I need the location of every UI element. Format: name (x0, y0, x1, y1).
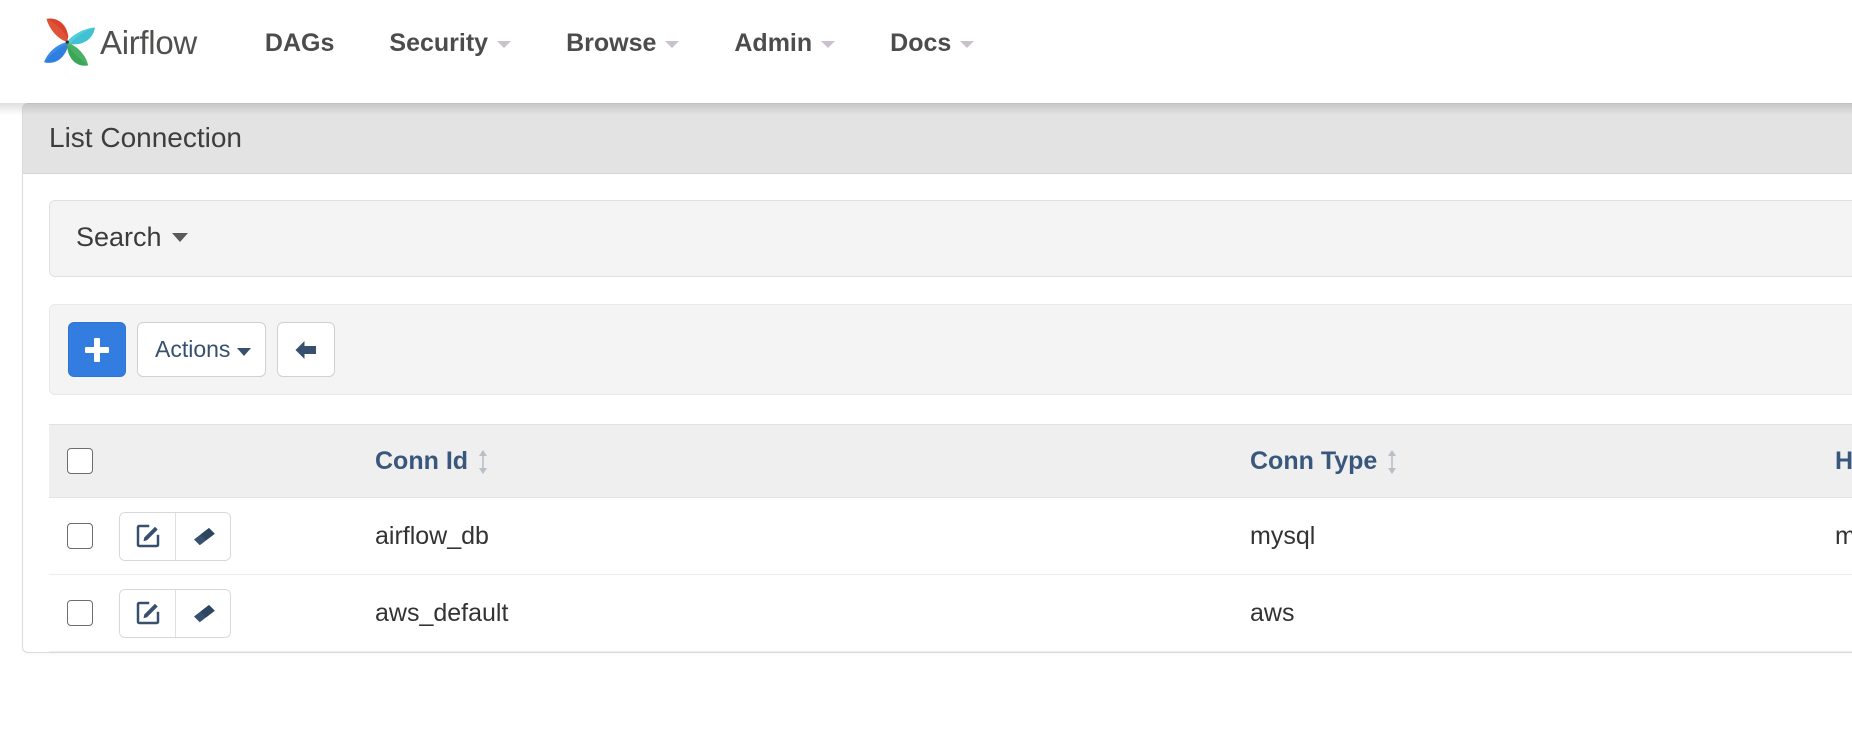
cell-conn-type: mysql (1236, 498, 1821, 575)
column-header-conn-type[interactable]: Conn Type (1236, 425, 1821, 498)
add-record-button[interactable] (68, 322, 126, 377)
page-title: List Connection (49, 122, 242, 153)
row-actions-cell (105, 575, 361, 652)
table-row: aws_default aws (49, 575, 1852, 652)
edit-record-button[interactable] (120, 513, 175, 560)
row-select-cell (49, 575, 105, 652)
cell-conn-type: aws (1236, 575, 1821, 652)
cell-conn-id: aws_default (361, 575, 1236, 652)
nav-item-label: Docs (890, 29, 951, 58)
row-checkbox[interactable] (67, 523, 93, 549)
column-header-select-all (49, 425, 105, 498)
chevron-down-icon (665, 41, 679, 48)
nav-item-label: Security (389, 29, 488, 58)
connections-table: Conn Id (49, 424, 1852, 652)
sort-updown-icon (477, 449, 489, 475)
eraser-icon (188, 521, 218, 551)
caret-down-icon (237, 348, 251, 356)
actions-button-label: Actions (155, 338, 230, 361)
column-header-label: Conn Id (375, 447, 468, 476)
pencil-square-icon (133, 521, 163, 551)
cell-host (1821, 575, 1852, 652)
column-header-label: Conn Type (1250, 447, 1377, 476)
nav-item-dags[interactable]: DAGs (265, 29, 334, 58)
row-actions-cell (105, 498, 361, 575)
arrow-left-icon (293, 338, 319, 362)
list-connection-panel: List Connection Search Actions (22, 103, 1852, 653)
plus-icon (85, 338, 109, 362)
nav-item-browse[interactable]: Browse (566, 29, 679, 58)
search-panel: Search (49, 200, 1852, 277)
navbar-menu: DAGs Security Browse Admin Docs (265, 29, 1029, 58)
chevron-down-icon (960, 41, 974, 48)
navbar-shadow (0, 103, 1852, 115)
connections-table-wrapper: Conn Id (49, 424, 1852, 652)
table-head: Conn Id (49, 425, 1852, 498)
cell-host: mysql (1821, 498, 1852, 575)
column-header-label: Host (1835, 447, 1852, 476)
pencil-square-icon (133, 598, 163, 628)
delete-record-button[interactable] (175, 513, 230, 560)
panel-body: Search Actions (23, 174, 1852, 652)
page-body: List Connection Search Actions (0, 103, 1852, 730)
search-toggle-button[interactable]: Search (76, 222, 188, 253)
column-header-host[interactable]: Host (1821, 425, 1852, 498)
nav-item-admin[interactable]: Admin (734, 29, 835, 58)
nav-item-label: Browse (566, 29, 656, 58)
table-row: airflow_db mysql mysql (49, 498, 1852, 575)
sort-updown-icon (1386, 449, 1398, 475)
top-navbar: Airflow DAGs Security Browse Admin Docs (0, 0, 1852, 86)
edit-record-button[interactable] (120, 590, 175, 637)
nav-item-label: DAGs (265, 29, 334, 58)
search-toggle-label: Search (76, 222, 162, 253)
chevron-down-icon (497, 41, 511, 48)
back-button[interactable] (277, 322, 335, 377)
column-header-conn-id[interactable]: Conn Id (361, 425, 1236, 498)
row-select-cell (49, 498, 105, 575)
cell-conn-id: airflow_db (361, 498, 1236, 575)
brand-label: Airflow (100, 24, 197, 62)
select-all-checkbox[interactable] (67, 448, 93, 474)
toolbar: Actions (49, 304, 1852, 395)
column-header-row-actions (105, 425, 361, 498)
table-header-row: Conn Id (49, 425, 1852, 498)
row-checkbox[interactable] (67, 600, 93, 626)
chevron-down-icon (821, 41, 835, 48)
eraser-icon (188, 598, 218, 628)
delete-record-button[interactable] (175, 590, 230, 637)
actions-dropdown-button[interactable]: Actions (137, 322, 266, 377)
brand-home-link[interactable]: Airflow (36, 12, 197, 74)
table-body: airflow_db mysql mysql (49, 498, 1852, 652)
airflow-pinwheel-logo-icon (36, 12, 98, 74)
nav-item-security[interactable]: Security (389, 29, 511, 58)
caret-down-icon (172, 233, 188, 242)
nav-item-docs[interactable]: Docs (890, 29, 974, 58)
nav-item-label: Admin (734, 29, 812, 58)
